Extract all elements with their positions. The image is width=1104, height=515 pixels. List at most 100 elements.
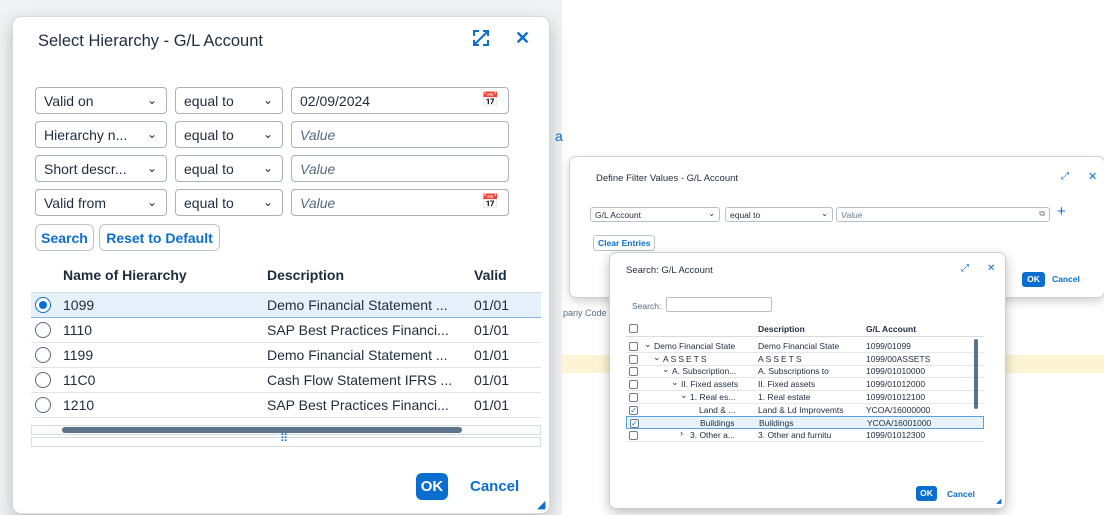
- filter-field-label: Valid from: [44, 194, 106, 211]
- hierarchy-description: SAP Best Practices Financi...: [267, 397, 449, 413]
- filter-ok-button[interactable]: OK: [1022, 272, 1045, 287]
- filter-close-icon[interactable]: ✕: [1088, 170, 1097, 183]
- hierarchy-valid: 01/01: [474, 397, 510, 413]
- ok-button[interactable]: OK: [416, 473, 448, 500]
- hierarchy-description: Cash Flow Statement IFRS ...: [267, 372, 453, 388]
- expand-toggle-icon[interactable]: ›: [680, 428, 683, 438]
- resize-icon[interactable]: [472, 29, 490, 52]
- table-resize-handle[interactable]: ⠿: [31, 433, 541, 447]
- filter-value-input[interactable]: 02/09/2024 📅: [291, 87, 509, 114]
- column-valid[interactable]: Valid: [474, 267, 541, 283]
- filter-cancel-button[interactable]: Cancel: [1052, 274, 1080, 284]
- row-radio-button[interactable]: [35, 347, 51, 363]
- row-radio-button[interactable]: [35, 322, 51, 338]
- reset-to-default-button[interactable]: Reset to Default: [99, 224, 220, 251]
- value-help-icon[interactable]: ⧉: [1039, 209, 1045, 219]
- filter-operator-select[interactable]: equal to ⌄: [725, 207, 833, 222]
- tree-node-label: II. Fixed assets: [681, 379, 739, 390]
- search-ok-button[interactable]: OK: [916, 486, 937, 501]
- row-checkbox[interactable]: [629, 392, 638, 402]
- expand-toggle-icon[interactable]: ⌄: [653, 352, 661, 363]
- tree-row[interactable]: ⌄ 1. Real es... 1. Real estate 1099/0101…: [626, 390, 984, 404]
- row-checkbox[interactable]: ✓: [629, 405, 638, 415]
- filter-operator-label: equal to: [184, 160, 234, 177]
- table-header: Name of Hierarchy Description Valid: [31, 257, 541, 293]
- clear-entries-button[interactable]: Clear Entries: [593, 235, 656, 251]
- chevron-down-icon: ⌄: [262, 195, 273, 209]
- tree-row[interactable]: ✓ Land & ... Land & Ld Improvemts YCOA/1…: [626, 404, 984, 417]
- column-name-of-hierarchy[interactable]: Name of Hierarchy: [63, 267, 187, 283]
- row-checkbox[interactable]: [629, 354, 638, 364]
- filter-value-input[interactable]: Value: [291, 155, 509, 182]
- hierarchy-valid: 01/01: [474, 322, 510, 338]
- filter-field-select[interactable]: Valid on ⌄: [35, 87, 167, 114]
- filter-operator-label: equal to: [184, 92, 234, 109]
- search-close-icon[interactable]: ✕: [987, 263, 995, 274]
- hierarchy-description: SAP Best Practices Financi...: [267, 322, 449, 338]
- row-radio-button[interactable]: [35, 397, 51, 413]
- scrollbar-thumb[interactable]: [62, 427, 462, 433]
- hierarchy-name: 1210: [63, 397, 95, 413]
- filter-value-text: Value: [300, 194, 336, 211]
- resize-grip-icon[interactable]: ◢: [537, 498, 545, 511]
- select-all-checkbox[interactable]: [629, 324, 638, 333]
- filter-value-input[interactable]: Value ⧉: [836, 207, 1050, 222]
- column-description[interactable]: Description: [267, 267, 344, 283]
- tree-row[interactable]: › 3. Other a... 3. Other and furnitu 109…: [626, 428, 984, 442]
- expand-toggle-icon[interactable]: ⌄: [671, 377, 679, 388]
- expand-toggle-icon[interactable]: ⌄: [662, 364, 670, 375]
- calendar-icon[interactable]: 📅: [482, 91, 499, 108]
- node-description: Demo Financial State: [758, 341, 840, 351]
- cancel-button[interactable]: Cancel: [470, 478, 519, 495]
- filter-operator-select[interactable]: equal to ⌄: [175, 121, 283, 148]
- search-input[interactable]: [666, 297, 772, 312]
- row-checkbox[interactable]: ✓: [630, 419, 639, 429]
- table-row[interactable]: 1110 SAP Best Practices Financi... 01/01: [31, 318, 541, 343]
- vertical-scrollbar-thumb[interactable]: [974, 339, 978, 409]
- resize-grip-icon[interactable]: ◢: [996, 497, 1001, 505]
- filter-field-select[interactable]: Short descr... ⌄: [35, 155, 167, 182]
- filter-value-input[interactable]: Value 📅: [291, 189, 509, 216]
- add-condition-icon[interactable]: +: [1057, 203, 1066, 220]
- filter-field-select[interactable]: Valid from ⌄: [35, 189, 167, 216]
- row-radio-button[interactable]: [35, 372, 51, 388]
- tree-row[interactable]: ⌄ A. Subscription... A. Subscriptions to…: [626, 364, 984, 379]
- table-row[interactable]: 1210 SAP Best Practices Financi... 01/01: [31, 393, 541, 418]
- filter-field-select[interactable]: G/L Account ⌄: [590, 207, 720, 222]
- tree-row[interactable]: ⌄ ASSETS ASSETS 1099/00ASSETS: [626, 352, 984, 366]
- row-checkbox[interactable]: [629, 342, 638, 351]
- node-gl-account: 1099/01010000: [866, 366, 926, 377]
- tree-node-label: 1. Real es...: [690, 391, 736, 402]
- calendar-icon[interactable]: 📅: [482, 193, 499, 210]
- row-radio-button[interactable]: [35, 297, 51, 313]
- column-gl-account[interactable]: G/L Account: [866, 324, 916, 334]
- row-checkbox[interactable]: [629, 380, 638, 390]
- search-resize-icon[interactable]: ⤢: [961, 263, 969, 274]
- filter-value-input[interactable]: Value: [291, 121, 509, 148]
- expand-toggle-icon[interactable]: ⌄: [644, 339, 652, 350]
- close-icon[interactable]: ✕: [515, 28, 530, 49]
- hierarchy-name: 1099: [63, 297, 95, 313]
- row-checkbox[interactable]: [629, 430, 638, 440]
- row-checkbox[interactable]: [629, 367, 638, 377]
- expand-toggle-icon[interactable]: ⌄: [680, 390, 688, 401]
- chevron-down-icon: ⌄: [146, 161, 157, 175]
- column-description[interactable]: Description: [758, 324, 805, 334]
- filter-operator-select[interactable]: equal to ⌄: [175, 155, 283, 182]
- search-cancel-button[interactable]: Cancel: [947, 489, 975, 499]
- table-row[interactable]: 1099 Demo Financial Statement ... 01/01: [31, 293, 541, 318]
- filter-operator-select[interactable]: equal to ⌄: [175, 189, 283, 216]
- tree-row[interactable]: ⌄ Demo Financial State Demo Financial St…: [626, 339, 984, 353]
- search-button[interactable]: Search: [35, 224, 94, 251]
- table-row[interactable]: 1199 Demo Financial Statement ... 01/01: [31, 343, 541, 368]
- hierarchy-valid: 01/01: [474, 297, 510, 313]
- table-row[interactable]: 11C0 Cash Flow Statement IFRS ... 01/01: [31, 368, 541, 393]
- filter-value-text: Value: [300, 160, 336, 177]
- filter-field-select[interactable]: Hierarchy n... ⌄: [35, 121, 167, 148]
- filter-operator-value: equal to: [730, 209, 761, 220]
- search-label: Search:: [632, 301, 662, 311]
- filter-field-label: Short descr...: [44, 160, 127, 177]
- node-gl-account: 1099/01099: [866, 341, 911, 351]
- filter-operator-select[interactable]: equal to ⌄: [175, 87, 283, 114]
- filter-resize-icon[interactable]: ⤢: [1061, 171, 1069, 182]
